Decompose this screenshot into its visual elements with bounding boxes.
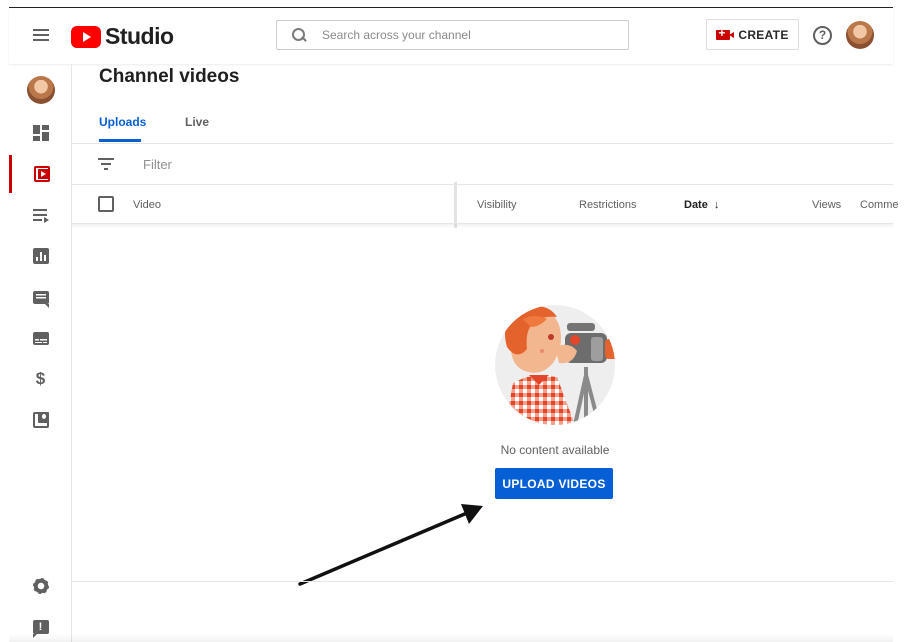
channel-avatar[interactable]: [27, 76, 55, 104]
sidebar-item-settings[interactable]: [9, 567, 72, 605]
upload-videos-button[interactable]: UPLOAD VIDEOS: [495, 468, 613, 499]
top-header: Studio CREATE ?: [9, 8, 893, 64]
column-comments: Comme: [860, 199, 899, 211]
help-icon[interactable]: ?: [813, 26, 832, 45]
column-restrictions: Restrictions: [579, 199, 637, 211]
header-shadow: [72, 224, 893, 228]
filter-label: Filter: [143, 156, 172, 172]
account-avatar[interactable]: [846, 21, 874, 49]
video-play-icon: [34, 166, 50, 182]
filter-divider: [72, 184, 893, 185]
column-video: Video: [133, 199, 161, 211]
create-button-label: CREATE: [738, 27, 789, 42]
sidebar-item-videos[interactable]: [9, 155, 72, 193]
feedback-icon: !: [32, 620, 49, 638]
content-bottom-divider: [72, 581, 893, 582]
column-date-sort[interactable]: Date ↓: [684, 199, 719, 211]
select-all-checkbox[interactable]: [98, 196, 114, 212]
dollar-icon: $: [35, 369, 46, 388]
sidebar-item-playlists[interactable]: [9, 196, 72, 234]
comments-icon: [32, 290, 49, 308]
sidebar-item-comments[interactable]: [9, 278, 72, 316]
search-input[interactable]: [322, 28, 602, 42]
column-resize-handle[interactable]: [454, 182, 457, 228]
sidebar-item-monetization[interactable]: $: [9, 360, 72, 398]
gear-icon: [32, 578, 49, 594]
dashboard-icon: [32, 125, 49, 141]
camera-operator-illustration: [495, 305, 615, 425]
sidebar-item-audio-library[interactable]: [9, 401, 72, 439]
search-bar[interactable]: [276, 20, 629, 50]
tab-uploads[interactable]: Uploads: [99, 115, 146, 142]
filter-bar[interactable]: Filter: [98, 155, 172, 173]
analytics-icon: [32, 248, 49, 264]
sort-down-arrow-icon: ↓: [713, 199, 720, 211]
search-icon: [292, 28, 306, 42]
subtitles-icon: [32, 331, 49, 345]
left-sidebar: $ !: [9, 64, 72, 642]
column-views: Views: [812, 199, 842, 211]
empty-state-message: No content available: [500, 443, 610, 457]
filter-icon: [98, 158, 114, 170]
menu-icon[interactable]: [31, 27, 51, 43]
column-date: Date: [684, 199, 708, 211]
bottom-shade: [9, 634, 893, 642]
audio-library-icon: [32, 412, 49, 428]
table-header: Video Visibility Restrictions Date ↓ View…: [72, 182, 899, 228]
studio-logo[interactable]: Studio: [71, 23, 174, 50]
create-button[interactable]: CREATE: [706, 19, 799, 50]
page-title: Channel videos: [99, 66, 240, 87]
column-visibility: Visibility: [477, 199, 517, 211]
sidebar-item-dashboard[interactable]: [9, 114, 72, 152]
sidebar-item-analytics[interactable]: [9, 237, 72, 275]
video-camera-add-icon: [716, 26, 735, 40]
tab-live[interactable]: Live: [185, 115, 209, 129]
youtube-logo-icon: [71, 25, 101, 48]
sidebar-item-subtitles[interactable]: [9, 319, 72, 357]
studio-logo-text: Studio: [105, 23, 174, 49]
tabs-divider: [72, 143, 893, 144]
playlist-icon: [32, 207, 49, 223]
